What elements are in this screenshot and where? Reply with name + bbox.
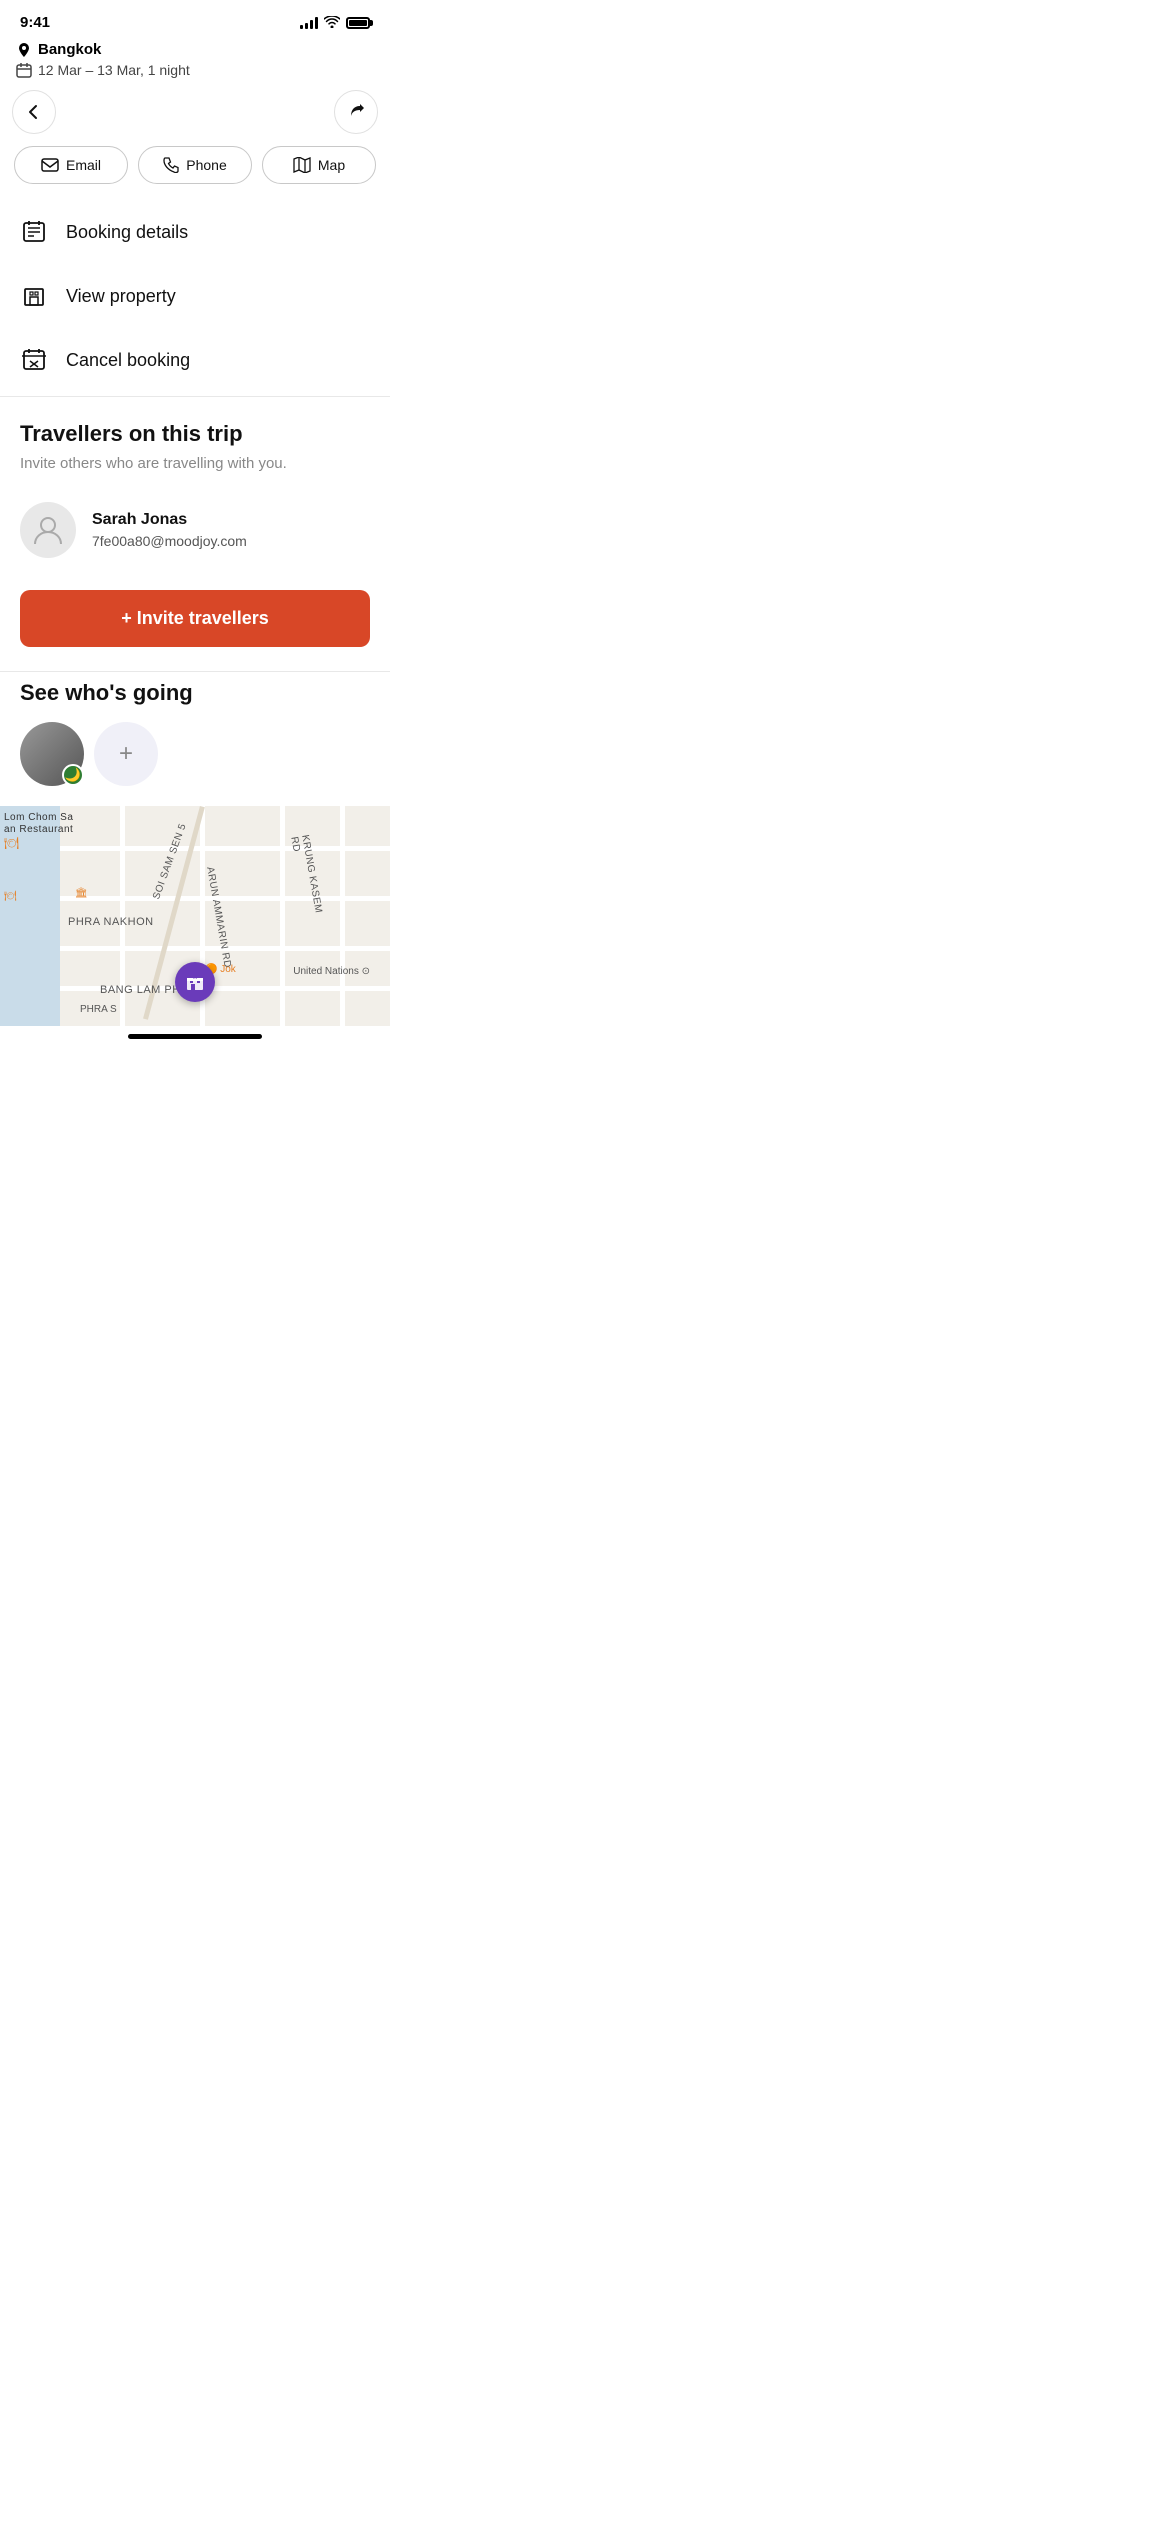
view-property-label: View property	[66, 286, 176, 307]
add-going-button[interactable]: +	[94, 722, 158, 786]
map-button[interactable]: Map	[262, 146, 376, 184]
invite-travellers-label: + Invite travellers	[121, 608, 269, 629]
travellers-subtitle: Invite others who are travelling with yo…	[20, 455, 370, 472]
divider-2	[0, 671, 390, 672]
date-range-text: 12 Mar – 13 Mar, 1 night	[38, 62, 190, 78]
phone-label: Phone	[186, 157, 226, 173]
menu-item-booking-details[interactable]: Booking details	[0, 200, 390, 264]
map-road-v4	[340, 806, 345, 1026]
home-indicator	[128, 1034, 262, 1039]
map-icon	[293, 157, 311, 173]
poi-marker-3: 🏛	[75, 888, 88, 899]
phone-icon	[163, 157, 179, 173]
traveller-avatar	[20, 502, 76, 558]
traveller-info: Sarah Jonas 7fe00a80@moodjoy.com	[92, 511, 247, 549]
traveller-email: 7fe00a80@moodjoy.com	[92, 533, 247, 549]
booking-details-label: Booking details	[66, 222, 188, 243]
phone-button[interactable]: Phone	[138, 146, 252, 184]
poi-united-nations: United Nations ⊙	[293, 966, 370, 977]
hotel-pin-icon: H	[185, 972, 205, 992]
status-time: 9:41	[20, 14, 50, 31]
map-label-restaurant-2: an Restaurant	[4, 824, 73, 835]
location-text: Bangkok	[38, 41, 101, 58]
wifi-icon	[324, 15, 340, 31]
traveller-card: Sarah Jonas 7fe00a80@moodjoy.com	[20, 490, 370, 570]
battery-icon	[346, 17, 370, 29]
menu-item-cancel-booking[interactable]: Cancel booking	[0, 328, 390, 392]
poi-marker-1: 🍽	[4, 836, 19, 850]
travellers-section: Travellers on this trip Invite others wh…	[0, 401, 390, 647]
cancel-booking-icon	[20, 346, 48, 374]
menu-item-view-property[interactable]: View property	[0, 264, 390, 328]
map-road-v3	[280, 806, 285, 1026]
share-button[interactable]	[334, 90, 378, 134]
map-hotel-pin[interactable]: H	[175, 962, 215, 1002]
see-going-section: See who's going 🌙 +	[0, 676, 390, 786]
divider-1	[0, 396, 390, 397]
map-label-soi-sam-sen: SOI SAM SEN 5	[151, 822, 189, 901]
back-button[interactable]	[12, 90, 56, 134]
email-icon	[41, 158, 59, 172]
nav-row	[0, 86, 390, 146]
share-icon	[347, 103, 365, 121]
invite-travellers-button[interactable]: + Invite travellers	[20, 590, 370, 647]
header-location: Bangkok	[16, 41, 374, 58]
signal-bars-icon	[300, 17, 318, 29]
map-label-phra-s: PHRA S	[80, 1004, 117, 1015]
status-icons	[300, 15, 370, 31]
map-section[interactable]: PHRA NAKHON BANG LAM PHU SOI SAM SEN 5 A…	[0, 806, 390, 1026]
location-icon	[16, 42, 32, 58]
map-label: Map	[318, 157, 345, 173]
action-buttons-row: Email Phone Map	[0, 146, 390, 200]
map-background: PHRA NAKHON BANG LAM PHU SOI SAM SEN 5 A…	[0, 806, 390, 1026]
map-label-arun-ammarin: ARUN AMMARIN RD	[204, 866, 233, 969]
traveller-name: Sarah Jonas	[92, 511, 247, 529]
going-user-1: 🌙	[20, 722, 84, 786]
calendar-icon	[16, 62, 32, 78]
view-property-icon	[20, 282, 48, 310]
avatars-row: 🌙 +	[20, 722, 370, 786]
cancel-booking-label: Cancel booking	[66, 350, 190, 371]
email-label: Email	[66, 157, 101, 173]
back-arrow-icon	[25, 103, 43, 121]
person-icon	[33, 514, 63, 546]
country-badge: 🌙	[62, 764, 84, 786]
svg-text:H: H	[193, 975, 197, 981]
header-date: 12 Mar – 13 Mar, 1 night	[16, 62, 374, 78]
status-bar: 9:41	[0, 0, 390, 37]
poi-marker-2: 🍽	[4, 891, 17, 902]
header: Bangkok 12 Mar – 13 Mar, 1 night	[0, 37, 390, 86]
map-label-phra-nakhon: PHRA NAKHON	[68, 916, 154, 928]
see-going-title: See who's going	[20, 680, 370, 706]
email-button[interactable]: Email	[14, 146, 128, 184]
travellers-title: Travellers on this trip	[20, 421, 370, 447]
map-label-restaurant-1: Lom Chom Sa	[4, 812, 73, 823]
booking-details-icon	[20, 218, 48, 246]
